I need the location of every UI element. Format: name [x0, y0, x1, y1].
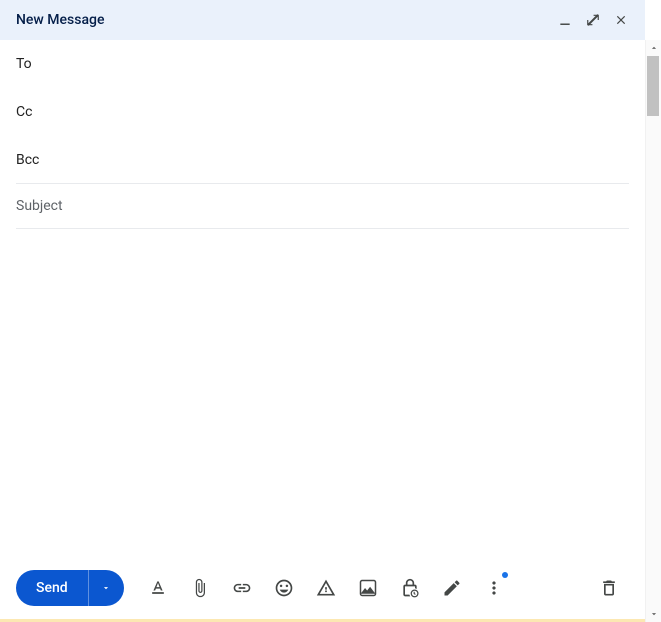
insert-link-button[interactable] — [222, 570, 262, 606]
trash-icon — [599, 578, 619, 598]
more-vert-icon — [484, 578, 504, 598]
header-controls — [553, 8, 633, 32]
compose-window: New Message To Cc Bcc Send — [0, 0, 645, 622]
vertical-scrollbar — [645, 40, 661, 622]
drive-icon — [316, 578, 336, 598]
notification-dot-icon — [502, 572, 508, 578]
message-body[interactable] — [16, 229, 629, 558]
compose-title: New Message — [12, 12, 553, 28]
send-button-group: Send — [16, 570, 124, 606]
subject-input[interactable] — [16, 184, 629, 228]
compose-header: New Message — [0, 0, 645, 40]
close-icon[interactable] — [609, 8, 633, 32]
send-options-button[interactable] — [88, 570, 124, 606]
scroll-up-button[interactable] — [646, 40, 661, 56]
cc-label: Cc — [16, 104, 32, 120]
scroll-down-button[interactable] — [646, 606, 661, 622]
link-icon — [232, 578, 252, 598]
compose-footer: Send — [0, 558, 645, 622]
cc-field-row[interactable]: Cc — [16, 88, 629, 136]
insert-emoji-button[interactable] — [264, 570, 304, 606]
attachment-icon — [190, 578, 210, 598]
image-icon — [358, 578, 378, 598]
send-button[interactable]: Send — [16, 570, 88, 606]
chevron-down-icon — [101, 583, 111, 593]
to-label: To — [16, 56, 32, 72]
to-field-row[interactable]: To — [16, 40, 629, 88]
emoji-icon — [274, 578, 294, 598]
bcc-field-row[interactable]: Bcc — [16, 136, 629, 184]
minimize-icon[interactable] — [553, 8, 577, 32]
discard-draft-button[interactable] — [589, 570, 629, 606]
more-options-button[interactable] — [474, 570, 514, 606]
chevron-down-icon — [649, 609, 659, 619]
bcc-label: Bcc — [16, 152, 39, 168]
insert-drive-button[interactable] — [306, 570, 346, 606]
lock-clock-icon — [400, 578, 420, 598]
insert-signature-button[interactable] — [432, 570, 472, 606]
compose-content: To Cc Bcc — [0, 40, 645, 558]
text-format-icon — [148, 578, 168, 598]
pen-icon — [442, 578, 462, 598]
fullscreen-icon[interactable] — [581, 8, 605, 32]
attach-file-button[interactable] — [180, 570, 220, 606]
scroll-thumb[interactable] — [647, 56, 659, 116]
subject-field-row — [16, 184, 629, 229]
insert-photo-button[interactable] — [348, 570, 388, 606]
chevron-up-icon — [649, 43, 659, 53]
formatting-options-button[interactable] — [138, 570, 178, 606]
confidential-mode-button[interactable] — [390, 570, 430, 606]
